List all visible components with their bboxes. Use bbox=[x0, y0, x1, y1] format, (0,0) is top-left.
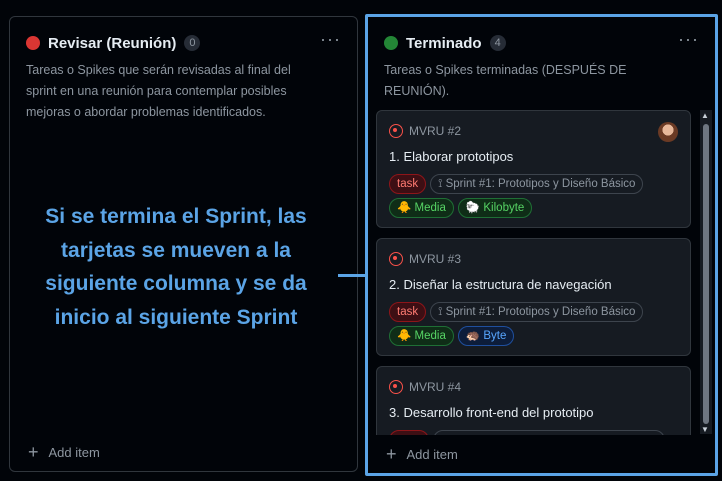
label-task[interactable]: task bbox=[389, 302, 427, 322]
label-priority[interactable]: 🐥 Media bbox=[389, 198, 454, 218]
add-item-label: Add item bbox=[48, 444, 100, 460]
column-terminado: Terminado 4 ··· Tareas o Spikes terminad… bbox=[368, 17, 715, 473]
annotation-text: Si se termina el Sprint, las tarjetas se… bbox=[20, 200, 332, 334]
scrollbar[interactable]: ▲ ▼ bbox=[700, 110, 712, 434]
label-size[interactable]: 🦔 Byte bbox=[457, 326, 515, 346]
hedgehog-icon: 🦔 bbox=[465, 330, 481, 342]
card-issue-ref: MVRU #4 bbox=[389, 380, 461, 394]
priority-text: Media bbox=[414, 330, 446, 342]
card-title[interactable]: 2. Diseñar la estructura de navegación bbox=[389, 277, 612, 292]
add-item-button[interactable]: + Add item bbox=[386, 444, 458, 464]
card-list: MVRU #2 1. Elaborar prototipos task ⟟ Sp… bbox=[368, 110, 700, 435]
card-issue-ref: MVRU #3 bbox=[389, 252, 461, 266]
column-title: Revisar (Reunión) bbox=[48, 34, 177, 52]
open-issue-icon bbox=[389, 124, 403, 138]
issue-id: MVRU #4 bbox=[409, 380, 462, 394]
description-line: Tareas o Spikes que serán revisadas al f… bbox=[26, 63, 291, 77]
sprint-icon: ⟟ bbox=[438, 306, 443, 318]
more-options-icon[interactable]: ··· bbox=[320, 29, 341, 50]
chick-icon: 🐥 bbox=[397, 330, 412, 342]
item-count-badge: 0 bbox=[184, 35, 201, 51]
card-issue-ref: MVRU #2 bbox=[389, 124, 461, 138]
label-priority[interactable]: 🐥 Media bbox=[389, 326, 454, 346]
annotation-line-2: tarjetas se mueven a la bbox=[61, 238, 291, 262]
sprint-label-text: Sprint #1: Prototipos y Diseño Básico bbox=[445, 306, 636, 318]
description-line: REUNIÓN). bbox=[384, 84, 450, 98]
label-row: 🐥 Media 🐑 Kilobyte bbox=[389, 198, 533, 218]
status-dot-green-icon bbox=[384, 36, 398, 50]
scroll-down-icon[interactable]: ▼ bbox=[701, 425, 709, 434]
issue-card[interactable]: MVRU #3 2. Diseñar la estructura de nave… bbox=[376, 238, 691, 356]
label-sprint[interactable]: ⟟ Sprint #1: Prototipos y Diseño Básico bbox=[430, 302, 644, 322]
label-row: task ⟟ Sprint #1: Prototipos y Diseño Bá… bbox=[389, 174, 644, 194]
open-issue-icon bbox=[389, 252, 403, 266]
chick-icon: 🐥 bbox=[397, 202, 412, 214]
label-sprint[interactable] bbox=[433, 430, 665, 435]
annotation-line-4: inicio al siguiente Sprint bbox=[54, 305, 298, 329]
issue-id: MVRU #3 bbox=[409, 252, 462, 266]
item-count-badge: 4 bbox=[489, 35, 506, 51]
avatar[interactable] bbox=[658, 122, 678, 142]
label-sprint[interactable]: ⟟ Sprint #1: Prototipos y Diseño Básico bbox=[430, 174, 644, 194]
annotation-line-1: Si se termina el Sprint, las bbox=[45, 205, 307, 228]
scroll-thumb[interactable] bbox=[703, 124, 709, 424]
plus-icon: + bbox=[386, 444, 397, 464]
size-text: Kilobyte bbox=[483, 202, 525, 214]
open-issue-icon bbox=[389, 380, 403, 394]
scroll-up-icon[interactable]: ▲ bbox=[701, 111, 709, 120]
label-row bbox=[389, 430, 665, 435]
annotation-line-3: siguiente columna y se da bbox=[45, 272, 307, 295]
add-item-button[interactable]: + Add item bbox=[28, 442, 100, 462]
card-title[interactable]: 1. Elaborar prototipos bbox=[389, 149, 513, 164]
label-row: 🐥 Media 🦔 Byte bbox=[389, 326, 515, 346]
column-header: Revisar (Reunión) 0 ··· bbox=[26, 29, 341, 53]
issue-card[interactable]: MVRU #4 3. Desarrollo front-end del prot… bbox=[376, 366, 691, 435]
column-description: Tareas o Spikes terminadas (DESPUÉS DE R… bbox=[384, 60, 626, 102]
description-line: Tareas o Spikes terminadas (DESPUÉS DE bbox=[384, 63, 627, 77]
sheep-icon: 🐑 bbox=[465, 202, 481, 214]
column-header: Terminado 4 ··· bbox=[384, 29, 699, 53]
more-options-icon[interactable]: ··· bbox=[678, 29, 699, 50]
label-task[interactable]: task bbox=[389, 174, 427, 194]
size-text: Byte bbox=[483, 330, 507, 342]
add-item-label: Add item bbox=[406, 446, 458, 462]
card-title[interactable]: 3. Desarrollo front-end del prototipo bbox=[389, 405, 594, 420]
column-description: Tareas o Spikes que serán revisadas al f… bbox=[26, 60, 291, 123]
column-title: Terminado bbox=[406, 34, 482, 52]
label-size[interactable]: 🐑 Kilobyte bbox=[457, 198, 533, 218]
sprint-label-text: Sprint #1: Prototipos y Diseño Básico bbox=[445, 178, 636, 190]
description-line: sprint en una reunión para contemplar po… bbox=[26, 84, 287, 98]
issue-id: MVRU #2 bbox=[409, 124, 462, 138]
label-row: task ⟟ Sprint #1: Prototipos y Diseño Bá… bbox=[389, 302, 644, 322]
description-line: mejoras o abordar problemas identificado… bbox=[26, 105, 266, 119]
priority-text: Media bbox=[414, 202, 446, 214]
status-dot-red-icon bbox=[26, 36, 40, 50]
annotation-connector bbox=[338, 274, 365, 277]
sprint-icon: ⟟ bbox=[438, 178, 443, 190]
issue-card[interactable]: MVRU #2 1. Elaborar prototipos task ⟟ Sp… bbox=[376, 110, 691, 228]
label-task[interactable] bbox=[389, 430, 429, 435]
plus-icon: + bbox=[28, 442, 39, 462]
